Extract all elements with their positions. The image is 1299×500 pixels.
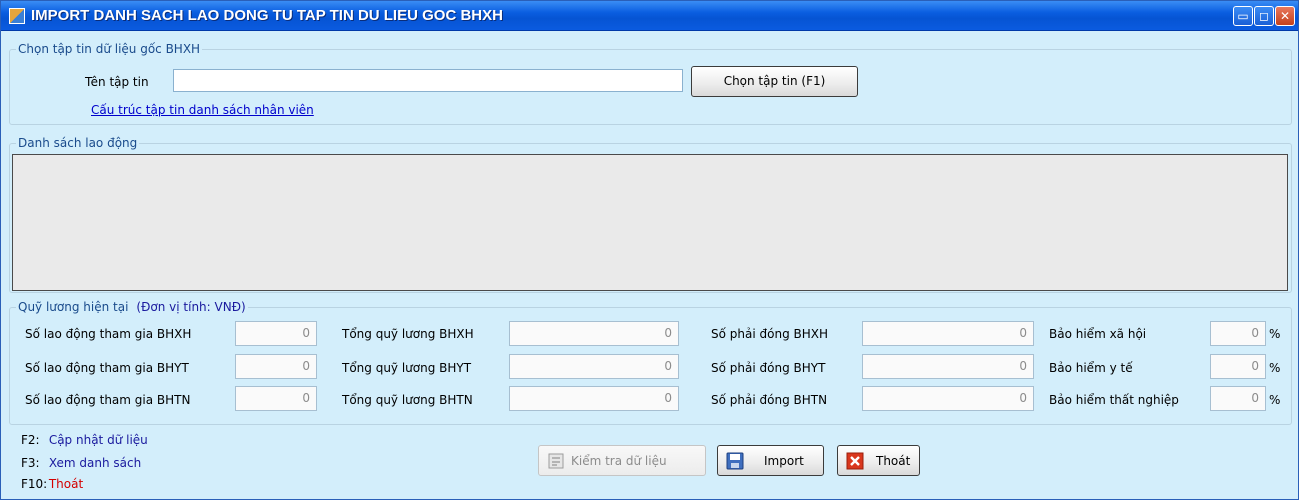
field-health-insurance-rate[interactable]: 0 xyxy=(1210,354,1266,379)
field-payable-bhtn[interactable]: 0 xyxy=(862,386,1034,411)
currency-unit: (Đơn vị tính: VNĐ) xyxy=(136,300,246,314)
field-workers-bhyt[interactable]: 0 xyxy=(235,354,317,379)
hotkey-f2-action: Cập nhật dữ liệu xyxy=(48,433,148,447)
exit-button[interactable]: Thoát xyxy=(837,445,920,476)
hotkey-f10-key: F10: xyxy=(21,477,48,491)
label-payable-bhtn: Số phải đóng BHTN xyxy=(711,393,828,407)
fund-legend-text: Quỹ lương hiện tại xyxy=(18,300,129,314)
percent-unit-bhtn: % xyxy=(1269,393,1281,407)
label-workers-bhyt: Số lao động tham gia BHYT xyxy=(25,361,189,375)
hotkey-f10: F10: Thoát xyxy=(21,477,83,491)
field-workers-bhtn[interactable]: 0 xyxy=(235,386,317,411)
percent-unit-bhxh: % xyxy=(1269,327,1281,341)
check-data-button[interactable]: Kiểm tra dữ liệu xyxy=(538,445,706,476)
label-fund-bhtn: Tổng quỹ lương BHTN xyxy=(342,393,473,407)
label-workers-bhxh: Số lao động tham gia BHXH xyxy=(25,327,192,341)
label-payable-bhxh: Số phải đóng BHXH xyxy=(711,327,828,341)
import-window: IMPORT DANH SACH LAO DONG TU TAP TIN DU … xyxy=(0,0,1299,500)
label-unemployment-insurance: Bảo hiểm thất nghiệp xyxy=(1049,393,1179,407)
field-unemployment-insurance-rate[interactable]: 0 xyxy=(1210,386,1266,411)
label-fund-bhyt: Tổng quỹ lương BHYT xyxy=(342,361,472,375)
label-social-insurance: Bảo hiểm xã hội xyxy=(1049,327,1147,341)
field-fund-bhtn[interactable]: 0 xyxy=(509,386,679,411)
save-icon xyxy=(726,452,744,470)
filename-label: Tên tập tin xyxy=(85,75,149,89)
label-health-insurance: Bảo hiểm y tế xyxy=(1049,361,1133,375)
hotkey-f2-key: F2: xyxy=(21,433,40,447)
fund-group-legend: Quỹ lương hiện tại (Đơn vị tính: VNĐ) xyxy=(16,300,248,314)
list-group-legend: Danh sách lao động xyxy=(16,136,140,150)
hotkey-f3-action: Xem danh sách xyxy=(48,456,142,470)
structure-link[interactable]: Cấu trúc tập tin danh sách nhân viên xyxy=(91,103,314,117)
percent-unit-bhyt: % xyxy=(1269,361,1281,375)
close-button[interactable]: ✕ xyxy=(1275,6,1295,26)
label-fund-bhxh: Tổng quỹ lương BHXH xyxy=(342,327,474,341)
maximize-button[interactable]: ◻ xyxy=(1254,6,1274,26)
minimize-button[interactable]: ▭ xyxy=(1233,6,1253,26)
hotkey-f10-action: Thoát xyxy=(48,477,84,491)
employee-list[interactable] xyxy=(12,154,1288,291)
exit-label: Thoát xyxy=(876,454,911,468)
close-x-icon xyxy=(846,452,864,470)
label-workers-bhtn: Số lao động tham gia BHTN xyxy=(25,393,191,407)
app-icon xyxy=(9,8,25,24)
hotkey-f3: F3: Xem danh sách xyxy=(21,456,141,470)
window-title: IMPORT DANH SACH LAO DONG TU TAP TIN DU … xyxy=(31,7,503,24)
import-label: Import xyxy=(764,454,804,468)
file-group-legend: Chọn tập tin dữ liệu gốc BHXH xyxy=(16,42,203,56)
field-social-insurance-rate[interactable]: 0 xyxy=(1210,321,1266,346)
check-data-label: Kiểm tra dữ liệu xyxy=(571,454,667,468)
field-payable-bhxh[interactable]: 0 xyxy=(862,321,1034,346)
field-fund-bhxh[interactable]: 0 xyxy=(509,321,679,346)
title-bar[interactable]: IMPORT DANH SACH LAO DONG TU TAP TIN DU … xyxy=(1,1,1298,31)
import-button[interactable]: Import xyxy=(717,445,824,476)
filename-input[interactable] xyxy=(173,69,683,92)
hotkey-f3-key: F3: xyxy=(21,456,40,470)
label-payable-bhyt: Số phải đóng BHYT xyxy=(711,361,826,375)
field-fund-bhyt[interactable]: 0 xyxy=(509,354,679,379)
choose-file-button[interactable]: Chọn tập tin (F1) xyxy=(691,66,858,97)
field-payable-bhyt[interactable]: 0 xyxy=(862,354,1034,379)
field-workers-bhxh[interactable]: 0 xyxy=(235,321,317,346)
hotkey-f2: F2: Cập nhật dữ liệu xyxy=(21,433,148,447)
document-icon xyxy=(547,452,565,470)
